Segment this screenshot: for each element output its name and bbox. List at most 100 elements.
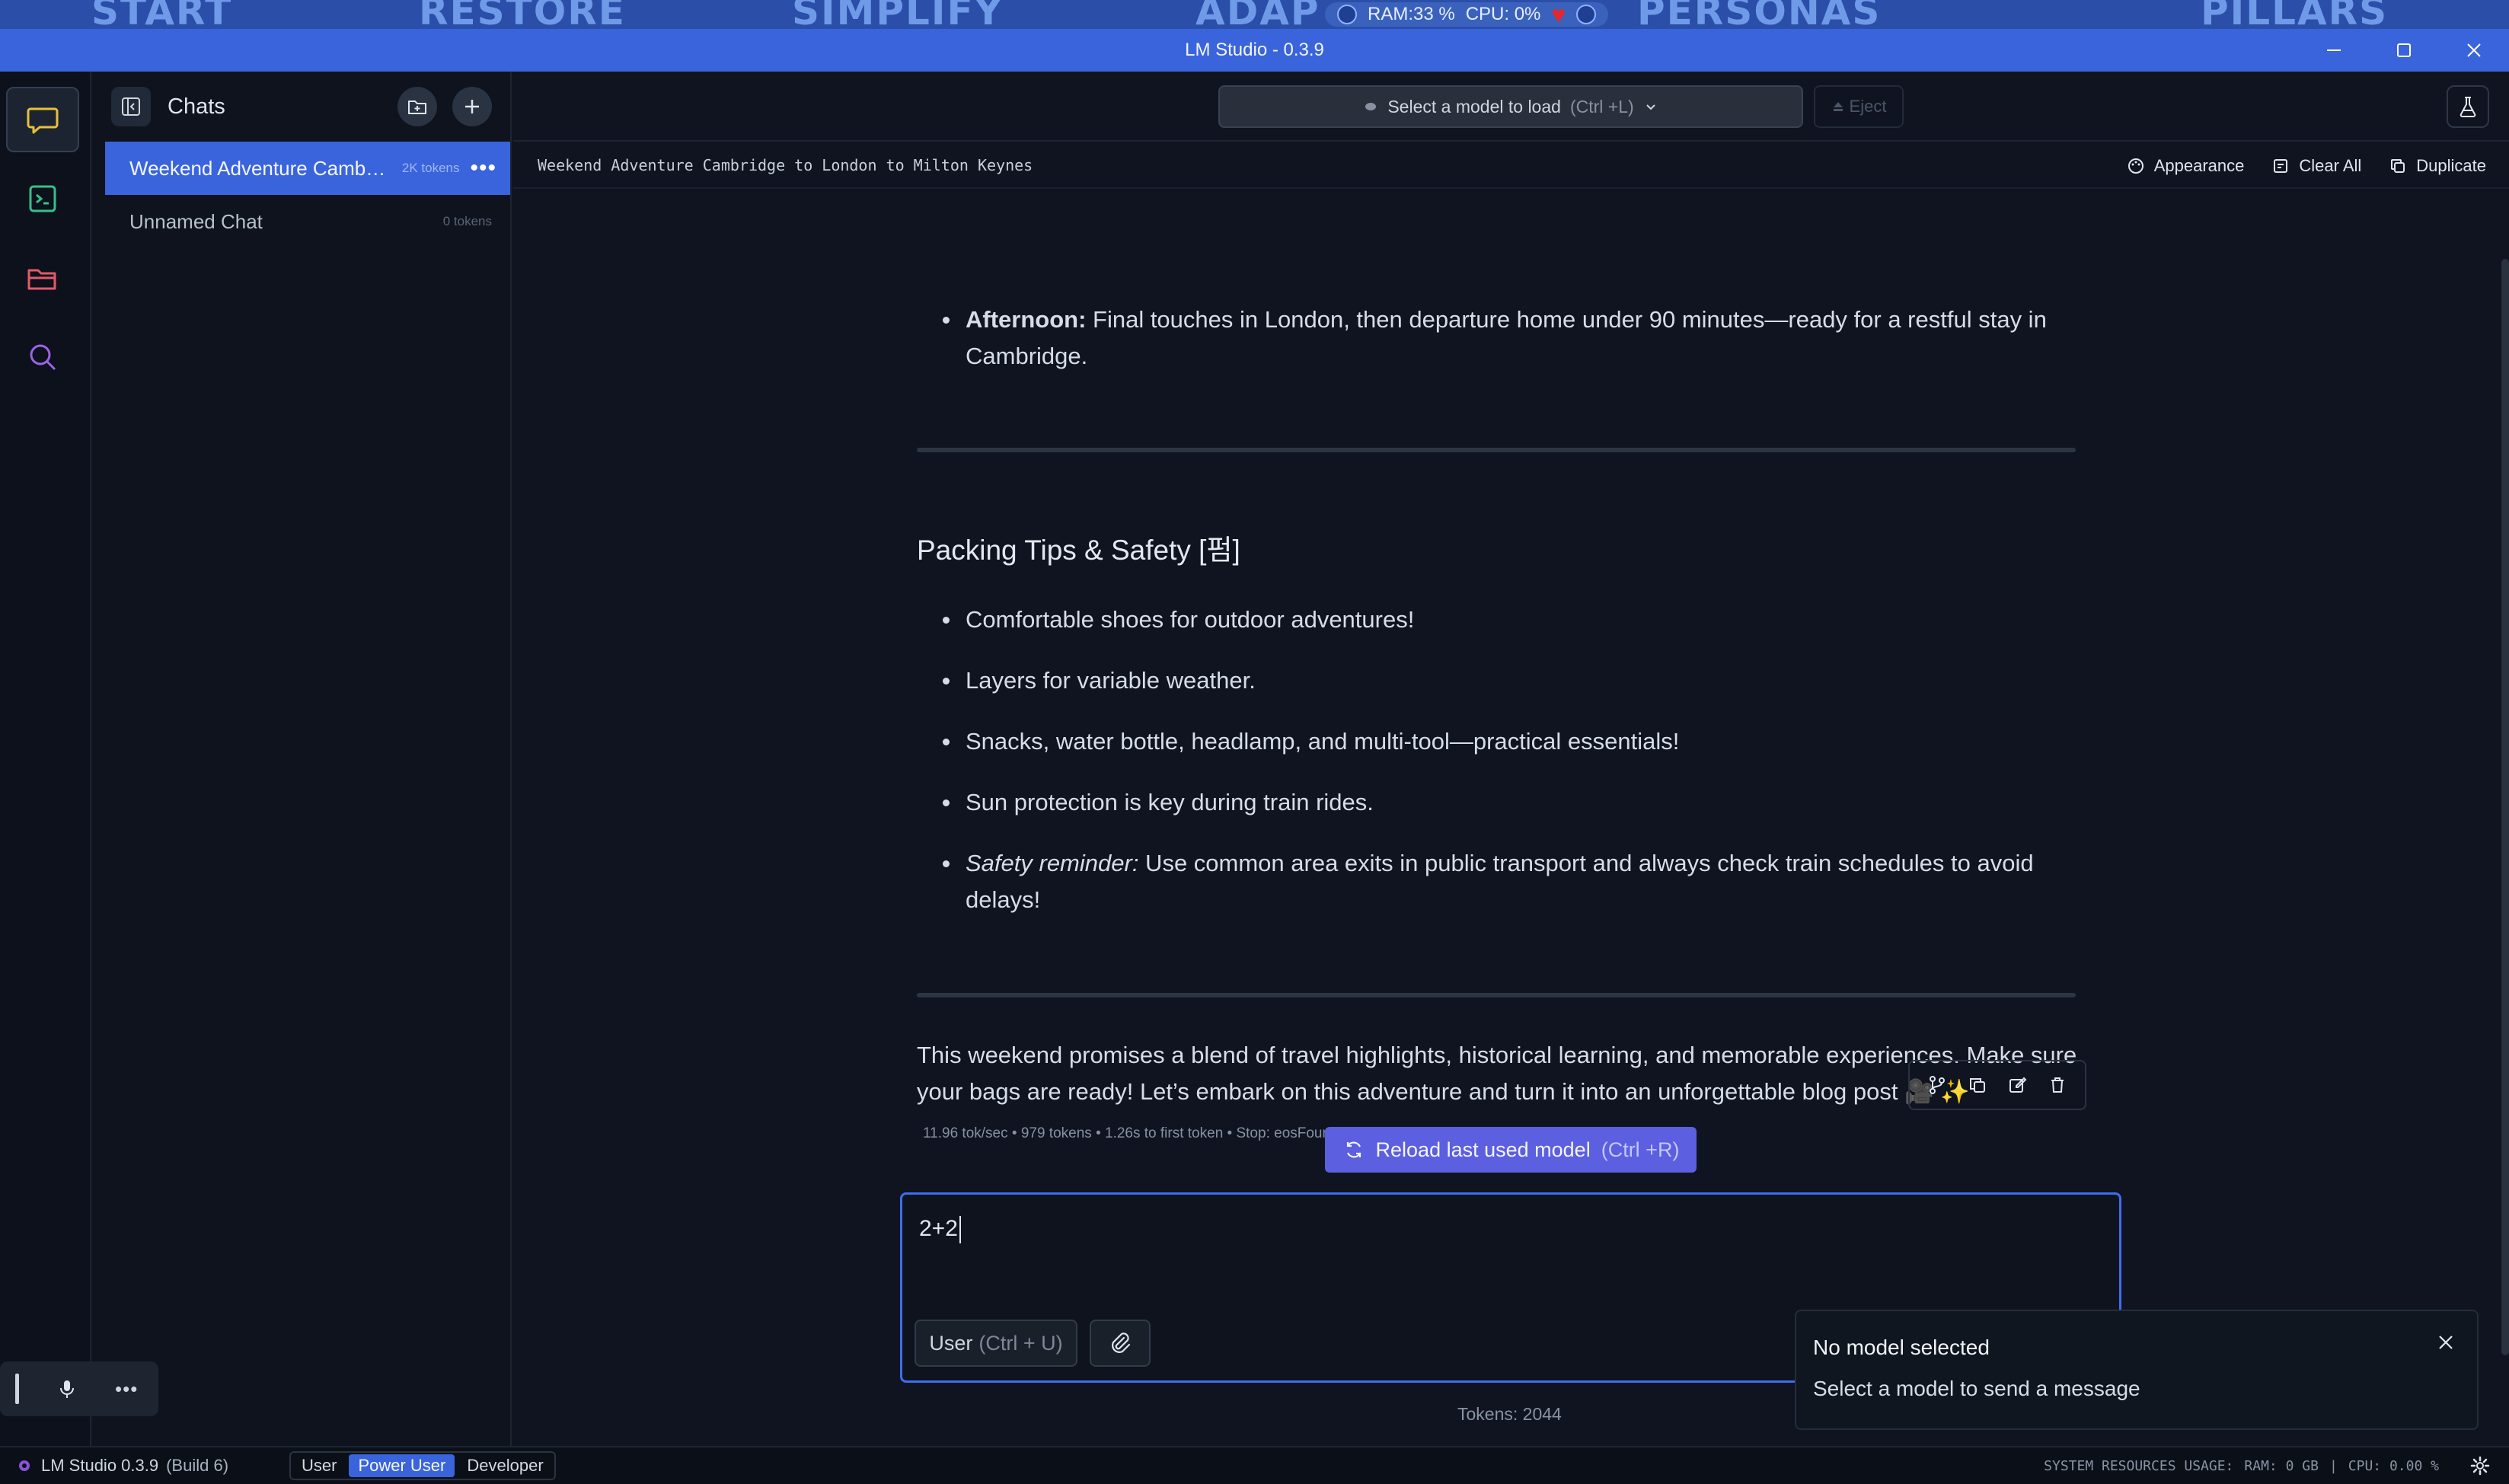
resources-cpu: CPU: 0.00 % xyxy=(2348,1457,2439,1474)
trash-icon[interactable] xyxy=(2047,1074,2068,1096)
afternoon-label: Afternoon: xyxy=(966,306,1087,333)
clear-all-button[interactable]: Clear All xyxy=(2271,156,2361,176)
message-toolbar xyxy=(1908,1060,2086,1110)
stat-first-token: 1.26s to first token xyxy=(1105,1125,1224,1141)
new-chat-button[interactable] xyxy=(452,87,492,126)
system-monitor-widget[interactable]: RAM:33 % CPU: 0% ♥ xyxy=(1325,1,1609,28)
minimize-icon xyxy=(2327,49,2341,51)
folder-icon xyxy=(27,269,56,290)
role-label: User xyxy=(929,1331,973,1355)
rail-models-button[interactable] xyxy=(6,245,79,311)
clear-icon xyxy=(2274,159,2288,173)
minimize-button[interactable] xyxy=(2299,29,2369,72)
new-folder-button[interactable] xyxy=(397,87,437,126)
reload-model-button[interactable]: Reload last used model (Ctrl +R) xyxy=(1325,1127,1697,1173)
message-input[interactable]: 2+2 xyxy=(919,1216,961,1243)
flask-icon xyxy=(2460,97,2476,117)
copy-icon[interactable] xyxy=(1967,1074,1988,1096)
rail-search-button[interactable] xyxy=(6,324,79,390)
widget-cpu: CPU: 0% xyxy=(1465,4,1541,24)
attach-button[interactable] xyxy=(1090,1320,1151,1367)
toast-body: Select a model to send a message xyxy=(1813,1377,2140,1400)
afternoon-text: Final touches in London, then departure … xyxy=(966,306,2047,369)
mode-power-user[interactable]: Power User xyxy=(349,1454,455,1477)
copy-icon xyxy=(2391,159,2405,173)
window-title-bar: LM Studio - 0.3.9 xyxy=(0,29,2509,72)
reload-label: Reload last used model xyxy=(1375,1138,1591,1161)
chat-item-tokens: 0 tokens xyxy=(442,214,492,228)
rocket-icon xyxy=(1337,5,1357,24)
chat-list-item[interactable]: Weekend Adventure Cambri... 2K tokens ••… xyxy=(105,142,510,195)
eject-button[interactable]: Eject xyxy=(1814,85,1904,128)
notification-toast: No model selected Select a model to send… xyxy=(1795,1310,2479,1430)
gear-icon[interactable] xyxy=(2469,1455,2491,1476)
model-select-dropdown[interactable]: Select a model to load (Ctrl +L) xyxy=(1218,85,1803,128)
palette-icon xyxy=(2128,158,2144,174)
folder-plus-icon xyxy=(408,101,426,114)
token-counter: Tokens: 2044 xyxy=(1457,1404,1562,1424)
chat-title[interactable]: Weekend Adventure Cambridge to London to… xyxy=(538,156,1033,174)
model-icon xyxy=(1365,103,1377,110)
chat-icon xyxy=(27,107,59,134)
chats-title: Chats xyxy=(168,94,225,119)
wallpaper-word: RESTORE xyxy=(419,0,626,29)
app-build: (Build 6) xyxy=(166,1456,229,1475)
scrollbar[interactable] xyxy=(2501,259,2509,1355)
lm-studio-logo-icon xyxy=(19,1460,30,1471)
resources-label: SYSTEM RESOURCES USAGE: xyxy=(2044,1457,2234,1474)
maximize-button[interactable] xyxy=(2369,29,2439,72)
wallpaper-word: START xyxy=(91,0,233,29)
terminal-icon xyxy=(29,185,56,212)
sidebar-header: Chats xyxy=(93,72,510,142)
chats-sidebar: Chats Weekend Adventure Cambri... 2K tok… xyxy=(93,72,512,1446)
clear-all-label: Clear All xyxy=(2299,156,2362,175)
chat-item-name: Unnamed Chat xyxy=(129,209,263,233)
arrow-icon xyxy=(1576,5,1597,24)
desktop-wallpaper-strip: START RESTORE SIMPLIFY ADAP PERSONAS PIL… xyxy=(0,0,2509,29)
rail-chat-button[interactable] xyxy=(6,87,79,152)
app-version: LM Studio 0.3.9 (Build 6) xyxy=(0,1456,289,1476)
chat-header-bar: Weekend Adventure Cambridge to London to… xyxy=(513,143,2509,189)
heart-icon: ♥ xyxy=(1551,1,1566,28)
wallpaper-word: SIMPLIFY xyxy=(792,0,1004,29)
toast-close-button[interactable] xyxy=(2433,1329,2459,1355)
experimental-button[interactable] xyxy=(2447,85,2489,128)
model-topbar: Select a model to load (Ctrl +L) Eject xyxy=(513,72,2509,142)
appearance-button[interactable]: Appearance xyxy=(2127,156,2245,176)
close-window-button[interactable] xyxy=(2439,29,2509,72)
reload-hint: (Ctrl +R) xyxy=(1601,1138,1680,1161)
wallpaper-word: PERSONAS xyxy=(1637,0,1882,29)
chat-item-tokens: 2K tokens xyxy=(401,161,460,175)
close-icon xyxy=(2439,1336,2453,1349)
status-bar: LM Studio 0.3.9 (Build 6) User Power Use… xyxy=(0,1446,2509,1484)
nav-rail xyxy=(0,72,91,1446)
branch-icon[interactable] xyxy=(1926,1074,1948,1096)
edit-icon[interactable] xyxy=(2006,1074,2028,1096)
role-selector-button[interactable]: User (Ctrl + U) xyxy=(915,1320,1077,1367)
sidebar-collapse-icon xyxy=(122,97,140,116)
mode-developer[interactable]: Developer xyxy=(458,1454,552,1477)
appearance-label: Appearance xyxy=(2153,156,2245,175)
chat-item-name: Weekend Adventure Cambri... xyxy=(129,156,388,180)
drag-handle[interactable] xyxy=(15,1374,19,1404)
rail-developer-button[interactable] xyxy=(6,166,79,231)
stat-tokens: 979 tokens xyxy=(1020,1125,1092,1141)
more-options-button[interactable]: ••• xyxy=(115,1377,138,1401)
list-item: Comfortable shoes for outdoor adventures… xyxy=(917,602,2089,638)
stat-stop: Stop: eosFound xyxy=(1236,1125,1339,1141)
microphone-icon[interactable] xyxy=(56,1377,78,1400)
refresh-icon xyxy=(1346,1141,1361,1158)
role-hint: (Ctrl + U) xyxy=(978,1331,1063,1355)
list-item: Snacks, water bottle, headlamp, and mult… xyxy=(917,723,2089,760)
duplicate-button[interactable]: Duplicate xyxy=(2389,156,2486,176)
voice-input-pill: ••• xyxy=(0,1361,158,1416)
divider xyxy=(917,448,2076,452)
maximize-icon xyxy=(2397,43,2411,57)
mode-user[interactable]: User xyxy=(292,1454,346,1477)
resources-ram: RAM: 0 GB xyxy=(2244,1457,2319,1474)
collapse-sidebar-button[interactable] xyxy=(111,87,151,126)
chat-list-item[interactable]: Unnamed Chat 0 tokens xyxy=(105,195,510,248)
toast-title: No model selected xyxy=(1813,1336,1990,1359)
chat-more-button[interactable]: ••• xyxy=(470,157,496,180)
model-select-hint: (Ctrl +L) xyxy=(1569,96,1634,116)
